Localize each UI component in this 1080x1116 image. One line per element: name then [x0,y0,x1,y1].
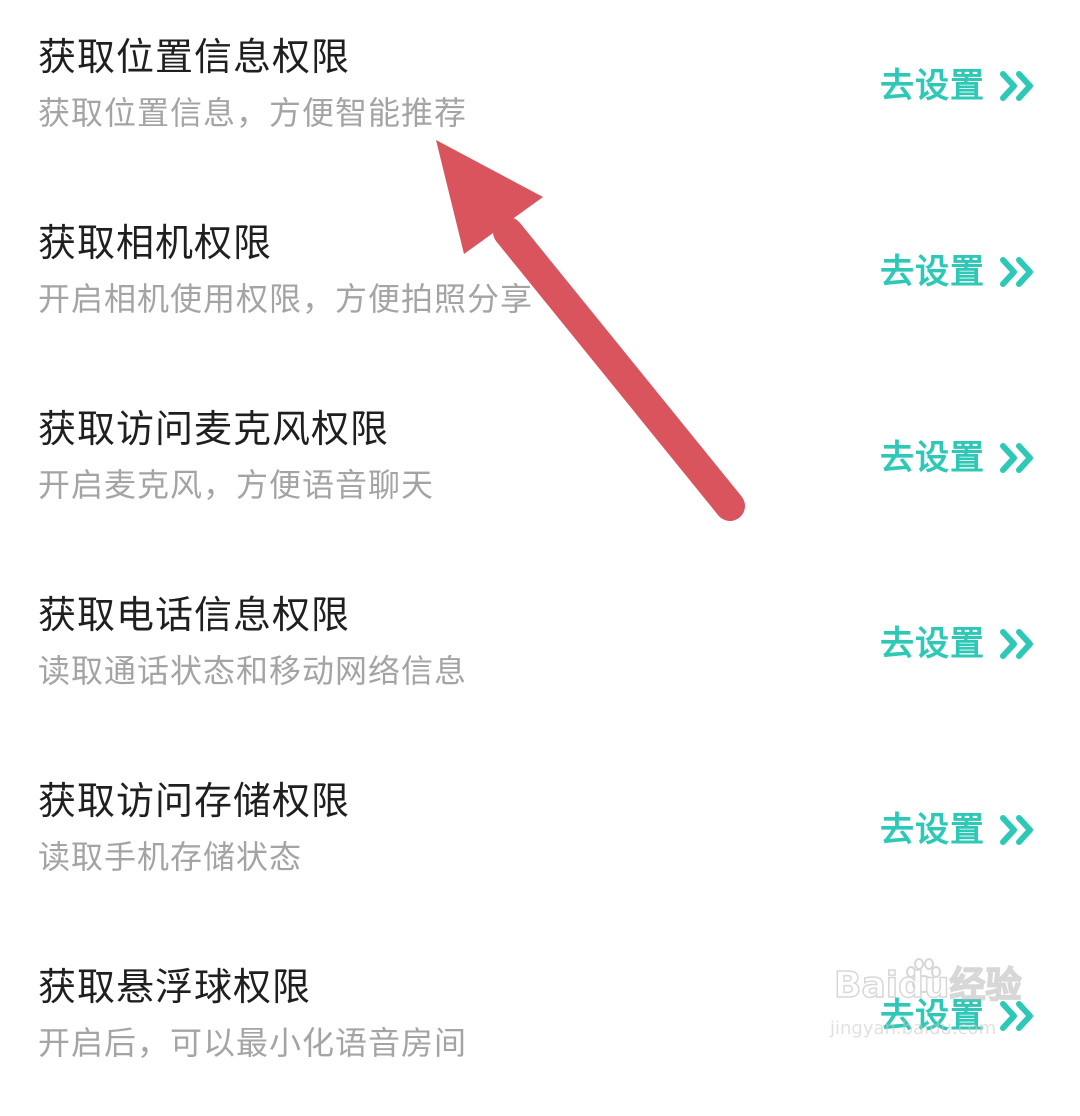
go-settings-label: 去设置 [880,66,985,106]
baidu-jingyan-watermark: Baidu经验 jingyan.baidu.com [828,956,1068,1048]
permission-row-storage: 获取访问存储权限 读取手机存储状态 去设置 [0,744,1080,930]
go-settings-button[interactable]: 去设置 [880,434,1039,482]
go-settings-label: 去设置 [880,438,985,478]
permission-title: 获取访问存储权限 [38,779,351,823]
permission-description: 开启相机使用权限，方便拍照分享 [38,280,534,318]
go-settings-button[interactable]: 去设置 [880,62,1039,110]
watermark-url: jingyan.baidu.com [830,1018,997,1039]
permission-description: 读取手机存储状态 [38,838,303,876]
go-settings-button[interactable]: 去设置 [880,620,1039,668]
double-chevron-right-icon [1000,257,1033,287]
go-settings-label: 去设置 [880,624,985,664]
permission-description: 开启麦克风，方便语音聊天 [38,466,435,504]
permission-list: 获取位置信息权限 获取位置信息，方便智能推荐 去设置 获取相机权限 开启相机使用… [0,0,1080,1072]
permission-description: 获取位置信息，方便智能推荐 [38,94,468,132]
permission-description: 读取通话状态和移动网络信息 [38,652,468,690]
permission-row-microphone: 获取访问麦克风权限 开启麦克风，方便语音聊天 去设置 [0,372,1080,558]
permission-row-location: 获取位置信息权限 获取位置信息，方便智能推荐 去设置 [0,0,1080,186]
double-chevron-right-icon [1000,629,1033,659]
permission-title: 获取电话信息权限 [38,593,351,637]
permission-title: 获取悬浮球权限 [38,965,312,1009]
watermark-logo: Baidu经验 [833,964,1022,1007]
double-chevron-right-icon [1000,71,1033,101]
permission-title: 获取访问麦克风权限 [38,407,390,451]
go-settings-label: 去设置 [880,252,985,292]
permission-description: 开启后，可以最小化语音房间 [38,1024,468,1062]
go-settings-button[interactable]: 去设置 [880,248,1039,296]
double-chevron-right-icon [1000,443,1033,473]
go-settings-label: 去设置 [880,810,985,850]
permission-title: 获取位置信息权限 [38,35,351,79]
permission-row-camera: 获取相机权限 开启相机使用权限，方便拍照分享 去设置 [0,186,1080,372]
permission-title: 获取相机权限 [38,221,273,265]
permission-row-phone: 获取电话信息权限 读取通话状态和移动网络信息 去设置 [0,558,1080,744]
double-chevron-right-icon [1000,815,1033,845]
go-settings-button[interactable]: 去设置 [880,806,1039,854]
